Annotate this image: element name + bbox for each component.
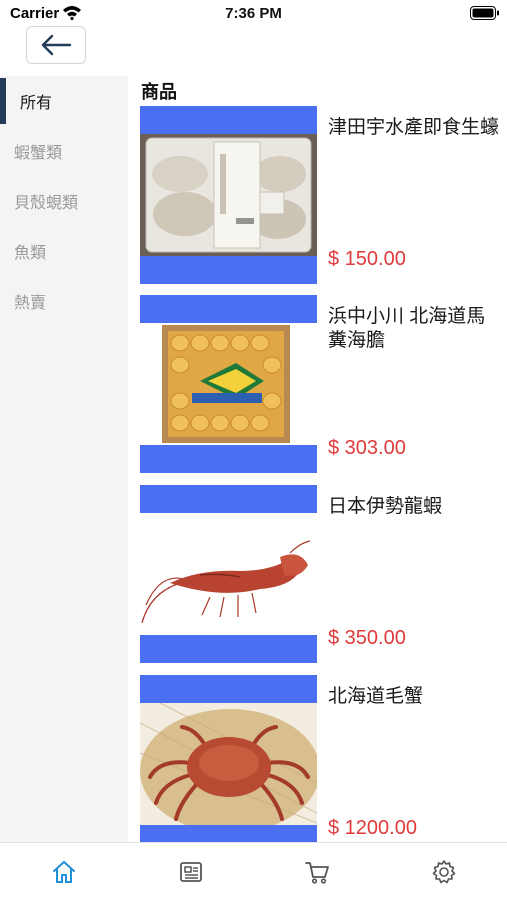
sidebar-item-label: 所有 — [20, 95, 53, 112]
home-icon — [53, 861, 75, 883]
active-indicator — [0, 78, 6, 124]
product-card[interactable]: 津田宇水產即食生蠔 $ 150.00 — [140, 106, 500, 284]
image-band — [140, 445, 317, 473]
product-name: 津田宇水產即食生蠔 — [328, 117, 500, 138]
tab-news[interactable] — [176, 857, 206, 887]
sidebar-item-fish[interactable]: 魚類 — [0, 228, 128, 274]
sidebar-item-label: 熱賣 — [14, 295, 47, 312]
status-bar: Carrier 7:36 PM — [0, 0, 507, 28]
product-name: 浜中小川 北海道馬糞海膽 — [328, 306, 486, 351]
product-name: 日本伊勢龍蝦 — [328, 496, 443, 517]
tab-settings[interactable] — [429, 857, 459, 887]
back-button[interactable] — [26, 26, 86, 64]
product-card[interactable]: 北海道毛蟹 $ 1200.00 — [140, 675, 500, 853]
category-sidebar: 所有 蝦蟹類 貝殼蜆類 魚類 熱賣 — [0, 76, 128, 842]
gear-icon — [432, 860, 456, 884]
tab-home[interactable] — [49, 857, 79, 887]
product-price: $ 350.00 — [328, 627, 406, 649]
sidebar-item-hot[interactable]: 熱賣 — [0, 278, 128, 324]
product-price: $ 303.00 — [328, 437, 406, 459]
sidebar-item-label: 魚類 — [14, 245, 47, 262]
product-price: $ 150.00 — [328, 248, 406, 270]
product-price: $ 1200.00 — [328, 817, 417, 839]
product-image — [140, 134, 317, 256]
tab-cart[interactable] — [302, 857, 332, 887]
image-band — [140, 295, 317, 323]
tab-bar — [0, 842, 507, 900]
product-name: 北海道毛蟹 — [328, 686, 424, 707]
image-band — [140, 256, 317, 284]
sidebar-item-label: 蝦蟹類 — [14, 145, 63, 162]
sidebar-item-all[interactable]: 所有 — [0, 78, 128, 124]
sidebar-item-shrimp-crab[interactable]: 蝦蟹類 — [0, 128, 128, 174]
crab-image — [140, 703, 317, 825]
image-band — [140, 485, 317, 513]
battery-icon — [470, 6, 499, 20]
sidebar-item-label: 貝殼蜆類 — [14, 195, 79, 212]
cart-icon — [305, 862, 329, 884]
oyster-image — [140, 134, 317, 256]
product-card[interactable]: 浜中小川 北海道馬糞海膽 $ 303.00 — [140, 295, 500, 473]
news-icon — [180, 862, 202, 882]
page-title: 商品 — [141, 82, 177, 102]
arrow-left-icon — [41, 34, 72, 56]
lobster-image — [140, 513, 317, 635]
image-band — [140, 635, 317, 663]
sea-urchin-image — [140, 323, 317, 445]
product-card[interactable]: 日本伊勢龍蝦 $ 350.00 — [140, 485, 500, 663]
product-image — [140, 323, 317, 445]
product-image — [140, 703, 317, 825]
image-band — [140, 106, 317, 134]
clock: 7:36 PM — [225, 5, 282, 22]
sidebar-item-shellfish[interactable]: 貝殼蜆類 — [0, 178, 128, 224]
product-image — [140, 513, 317, 635]
image-band — [140, 675, 317, 703]
